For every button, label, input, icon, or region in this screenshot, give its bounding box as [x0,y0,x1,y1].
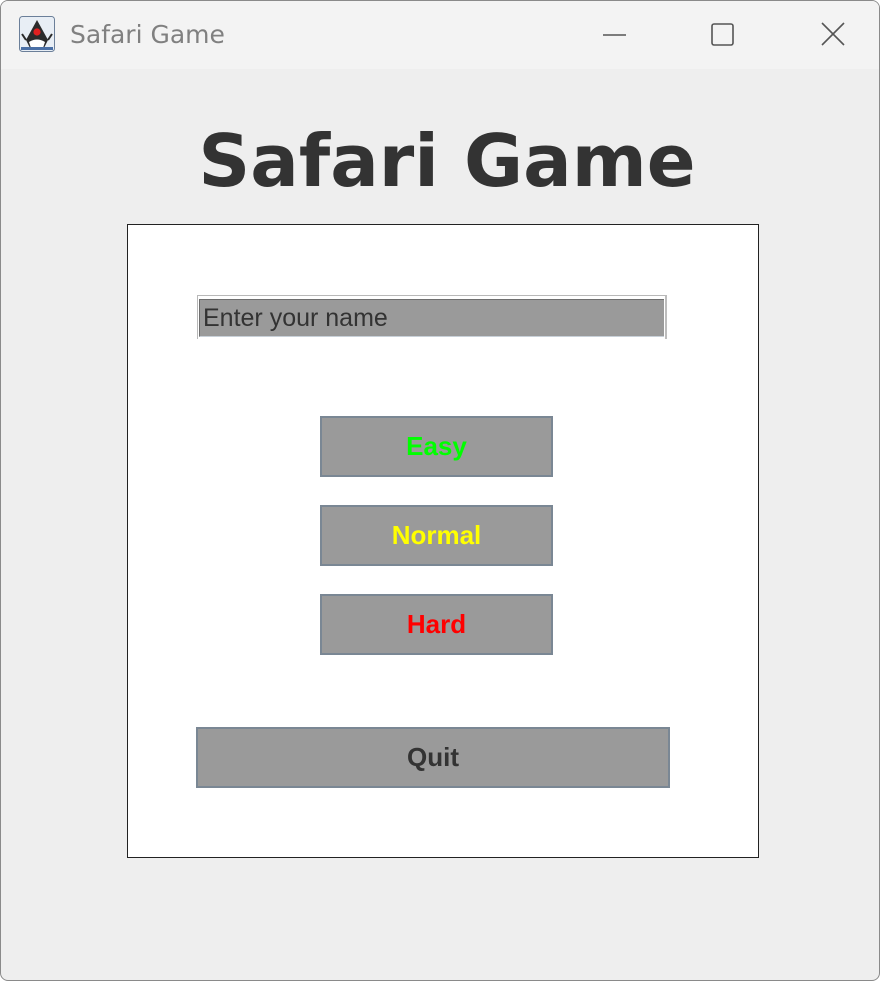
app-window: Safari Game Safari Game Enter your name … [0,0,880,981]
title-bar[interactable]: Safari Game [1,1,879,69]
window-title: Safari Game [70,20,225,49]
java-duke-icon [19,16,55,52]
close-button[interactable] [777,1,879,69]
normal-button[interactable]: Normal [320,505,553,566]
maximize-button[interactable] [667,1,777,69]
name-input[interactable] [199,299,664,337]
page-title: Safari Game [198,119,696,203]
minimize-button[interactable] [559,1,669,69]
hard-button[interactable]: Hard [320,594,553,655]
name-field-container [197,295,667,339]
quit-button[interactable]: Quit [196,727,670,788]
menu-panel: Easy Normal Hard Quit [127,224,759,858]
easy-button[interactable]: Easy [320,416,553,477]
